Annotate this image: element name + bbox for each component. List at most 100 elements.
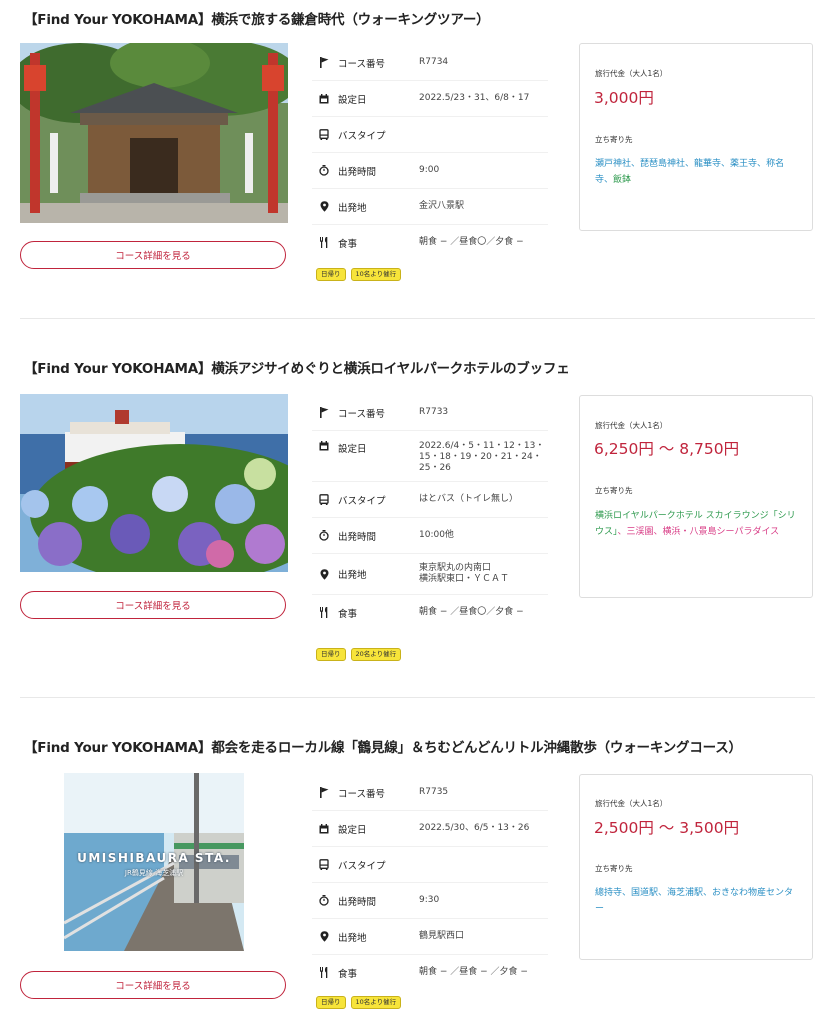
stop-link[interactable]: 国道駅、 [631,888,667,898]
row-course-no: コース番号 R7735 [312,775,548,811]
label: 食事 [338,608,358,620]
stops-list: 横浜ロイヤルパークホテル スカイラウンジ「シリウス」、三渓園、横浜・八景島シーパ… [595,508,801,540]
row-meal: 食事 朝食 − ／昼食〇／夕食 − [312,595,548,630]
label: 出発地 [338,570,367,581]
meals: 朝食 − ／昼食〇／夕食 − [419,237,524,248]
stop-link[interactable]: 海芝浦駅、 [667,888,712,898]
tour-photo-shrine[interactable] [20,43,288,223]
price-box: 旅行代金（大人1名） 2,500円 〜 3,500円 立ち寄り先 總持寺、国道駅… [579,774,813,960]
row-depart-time: 出発時間 10:00他 [312,518,548,554]
label: コース番号 [338,788,386,800]
stopwatch-icon [318,153,330,188]
badge-min-participants: 20名より催行 [350,648,402,661]
tour-title[interactable]: 【Find Your YOKOHAMA】横浜アジサイめぐりと横浜ロイヤルパークホ… [24,357,570,377]
station-sign-text: UMISHIBAURA STA. [77,851,231,865]
label: 設定日 [338,94,367,106]
row-bus: バスタイプ [312,117,548,153]
badge-day-trip: 日帰り [316,996,346,1009]
flag-icon [318,775,330,810]
badge-day-trip: 日帰り [316,648,346,661]
stop-link[interactable]: 龍華寺、 [694,159,730,169]
location-pin-icon [318,554,330,594]
course-detail-button[interactable]: コース詳細を見る [20,241,286,269]
tour-photo-station[interactable]: UMISHIBAURA STA. JR鶴見線 海芝浦駅 [64,773,244,951]
price: 6,250円 〜 8,750円 [594,440,740,458]
stop-link[interactable]: 瀬戸神社、 [595,159,640,169]
bus-icon [318,847,330,882]
label: 食事 [338,968,358,980]
label: バスタイプ [338,495,386,507]
calendar-icon [318,431,330,481]
stops-list: 總持寺、国道駅、海芝浦駅、おきなわ物産センター [595,885,801,917]
cutlery-icon [318,595,330,630]
depart-place: 東京駅丸の内南口 横浜駅東口・ＹＣＡＴ [419,563,510,584]
row-date: 設定日 2022.5/30、6/5・13・26 [312,811,548,847]
label: 出発地 [338,932,367,944]
calendar-icon [318,81,330,116]
badge-group: 日帰り 10名より催行 [316,268,402,281]
bus-type [419,847,547,882]
price-box: 旅行代金（大人1名） 3,000円 立ち寄り先 瀬戸神社、琵琶島神社、龍華寺、薬… [579,43,813,231]
stopwatch-icon [318,518,330,553]
badge-min-participants: 10名より催行 [350,268,402,281]
price: 2,500円 〜 3,500円 [594,819,740,837]
bus-icon [318,117,330,152]
stop-link[interactable]: 薬王寺、 [730,159,766,169]
tour-title[interactable]: 【Find Your YOKOHAMA】都会を走るローカル線「鶴見線」＆ちむどん… [24,736,742,756]
depart-place: 金沢八景駅 [419,201,465,212]
stops-label: 立ち寄り先 [595,135,633,144]
row-bus: バスタイプ はとバス（トイレ無し） [312,482,548,518]
label: コース番号 [338,58,386,70]
course-number: R7735 [419,787,449,798]
tour-title[interactable]: 【Find Your YOKOHAMA】横浜で旅する鎌倉時代（ウォーキングツアー… [24,8,490,28]
label: バスタイプ [338,130,386,142]
stop-link[interactable]: 琵琶島神社、 [640,159,694,169]
location-pin-icon [318,919,330,954]
label: 出発時間 [338,531,377,543]
price-label: 旅行代金（大人1名） [595,799,668,808]
row-depart-time: 出発時間 9:00 [312,153,548,189]
price: 3,000円 [594,89,654,107]
course-info-table: コース番号 R7735 設定日 2022.5/30、6/5・13・26 バスタイ… [312,775,548,990]
flag-icon [318,45,330,80]
badge-group: 日帰り 10名より催行 [316,996,402,1009]
depart-time: 9:00 [419,165,440,176]
tour-photo-hydrangea[interactable] [20,394,288,572]
price-box: 旅行代金（大人1名） 6,250円 〜 8,750円 立ち寄り先 横浜ロイヤルパ… [579,395,813,598]
stop-link[interactable]: 横浜・八景島シーパラダイス [663,527,780,537]
depart-place: 鶴見駅西口 [419,931,465,942]
depart-time: 10:00他 [419,530,454,541]
dates: 2022.5/30、6/5・13・26 [419,823,530,834]
stop-link[interactable]: 飯鉢 [613,175,631,185]
station-sign-subtext: JR鶴見線 海芝浦駅 [124,869,184,877]
stops-label: 立ち寄り先 [595,486,633,495]
label: 設定日 [338,444,367,455]
stop-link[interactable]: 總持寺、 [595,888,631,898]
stop-link[interactable]: 、三渓園、 [618,527,663,537]
row-date: 設定日 2022.6/4・5・11・12・13・15・18・19・20・21・2… [312,431,548,482]
course-detail-button[interactable]: コース詳細を見る [20,971,286,999]
dates: 2022.5/23・31、6/8・17 [419,93,530,104]
row-meal: 食事 朝食 − ／昼食 − ／夕食 − [312,955,548,990]
bus-type [419,117,547,152]
cutlery-icon [318,955,330,990]
meals: 朝食 − ／昼食 − ／夕食 − [419,967,528,978]
course-number: R7734 [419,57,449,68]
divider [20,697,815,698]
row-meal: 食事 朝食 − ／昼食〇／夕食 − [312,225,548,260]
label: コース番号 [338,408,386,420]
row-course-no: コース番号 R7734 [312,45,548,81]
flag-icon [318,395,330,430]
course-info-table: コース番号 R7733 設定日 2022.6/4・5・11・12・13・15・1… [312,395,548,630]
meals: 朝食 − ／昼食〇／夕食 − [419,607,524,618]
row-depart-place: 出発地 鶴見駅西口 [312,919,548,955]
calendar-icon [318,811,330,846]
location-pin-icon [318,189,330,224]
course-detail-button[interactable]: コース詳細を見る [20,591,286,619]
course-number: R7733 [419,407,449,418]
row-date: 設定日 2022.5/23・31、6/8・17 [312,81,548,117]
cutlery-icon [318,225,330,260]
divider [20,318,815,319]
badge-min-participants: 10名より催行 [350,996,402,1009]
label: 食事 [338,238,358,250]
